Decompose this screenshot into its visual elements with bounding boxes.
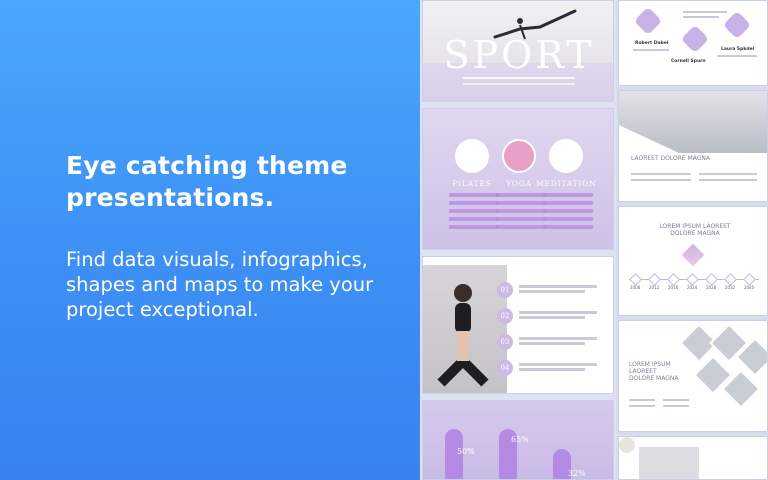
slide-team: Robert Dabel Cornell Spurn Laura Spkdel xyxy=(618,0,768,86)
timeline-point xyxy=(686,273,699,286)
slide-yoga: PILATES YOGA MEDITATION xyxy=(422,108,614,250)
slide-percentages: 50% 65% 32% xyxy=(422,400,614,480)
slide-title: LOREM IPSUM LAOREET DOLORE MAGNA xyxy=(659,223,731,237)
step-text-line xyxy=(519,337,597,340)
step-number: 03 xyxy=(497,334,513,350)
slide-city: LAOREET DOLORE MAGNA xyxy=(618,90,768,202)
timeline-year: 2016 xyxy=(668,285,679,290)
text-line xyxy=(683,11,727,13)
rating-dots xyxy=(543,193,593,233)
timeline-point xyxy=(743,273,756,286)
timeline-year: 2032 xyxy=(725,285,736,290)
step-text-line xyxy=(519,311,597,314)
text-line xyxy=(699,173,757,175)
city-photo xyxy=(619,91,767,153)
coffee-cup xyxy=(619,437,635,453)
timeline-year: 2040 xyxy=(744,285,755,290)
slide-desk xyxy=(618,436,768,480)
step-number: 02 xyxy=(497,308,513,324)
text-line xyxy=(633,49,669,51)
timeline-point xyxy=(629,273,642,286)
sport-subtitle-line xyxy=(463,77,575,79)
timeline-point xyxy=(724,273,737,286)
sport-title: SPORT xyxy=(443,33,595,77)
step-text-line xyxy=(519,316,585,319)
timeline-point xyxy=(648,273,661,286)
slide-sport: SPORT xyxy=(422,0,614,102)
avatar xyxy=(633,6,663,36)
slide-title: LOREM IPSUM LAOREET DOLORE MAGNA xyxy=(629,361,679,382)
slide-title: LAOREET DOLORE MAGNA xyxy=(631,155,711,162)
text-line xyxy=(699,179,757,181)
avatar xyxy=(680,24,710,54)
step-text-line xyxy=(519,285,597,288)
text-line xyxy=(683,16,719,18)
text-line xyxy=(631,173,691,175)
hero-section: Eye catching theme presentations. Find d… xyxy=(0,0,420,480)
team-name: Laura Spkdel xyxy=(721,47,755,52)
step-number: 01 xyxy=(497,282,513,298)
percentage-value: 32% xyxy=(568,469,586,478)
percentage-value: 65% xyxy=(511,435,529,444)
headline: Eye catching theme presentations. xyxy=(66,151,348,212)
model-photo xyxy=(423,265,507,393)
step-text-line xyxy=(519,368,585,371)
text-line xyxy=(663,399,689,401)
timeline-year: 2012 xyxy=(649,285,660,290)
timeline-point xyxy=(667,273,680,286)
step-text-line xyxy=(519,363,597,366)
team-name: Cornell Spurn xyxy=(671,59,706,64)
rating-dots xyxy=(449,193,499,233)
subline: Find data visuals, infographics, shapes … xyxy=(66,248,374,321)
slide-timeline: LOREM IPSUM LAOREET DOLORE MAGNA 2008 20… xyxy=(618,206,768,316)
step-text-line xyxy=(519,342,585,345)
timeline-year: 2024 xyxy=(687,285,698,290)
text-line xyxy=(629,399,655,401)
text-line xyxy=(663,405,689,407)
meditation-photo xyxy=(549,139,583,173)
slide-collage: LOREM IPSUM LAOREET DOLORE MAGNA xyxy=(618,320,768,432)
timeline-year: 2028 xyxy=(706,285,717,290)
timeline-point xyxy=(705,273,718,286)
timeline-marker xyxy=(681,243,705,267)
step-number: 04 xyxy=(497,360,513,376)
laptop-photo xyxy=(639,447,699,479)
step-text-line xyxy=(519,290,585,293)
sport-subtitle-line xyxy=(463,83,575,85)
text-line xyxy=(629,405,655,407)
text-line xyxy=(631,179,691,181)
slide-model: 01 02 03 04 xyxy=(422,256,614,394)
text-line xyxy=(717,55,757,57)
team-name: Robert Dabel xyxy=(635,41,669,46)
pilates-photo xyxy=(455,139,489,173)
yoga-label: MEDITATION xyxy=(536,179,597,188)
timeline-year: 2008 xyxy=(630,285,641,290)
model-figure xyxy=(437,284,489,387)
rating-dots xyxy=(496,193,546,233)
percentage-value: 50% xyxy=(457,447,475,456)
avatar xyxy=(722,10,752,40)
yoga-photo xyxy=(502,139,536,173)
